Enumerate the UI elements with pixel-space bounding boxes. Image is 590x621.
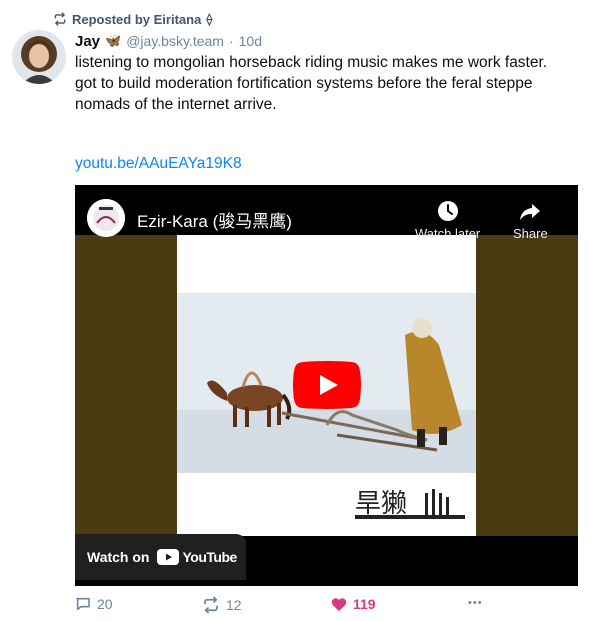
heart-icon [331,597,347,611]
separator-dot: · [228,33,234,49]
play-icon [293,361,361,409]
share-button[interactable]: Share [513,199,548,241]
verified-badge-icon: ⟠ [206,12,213,26]
reply-count: 20 [97,596,113,612]
youtube-embed[interactable]: 旱獭 Ezir-Kara (骏马黑鹰) Watch later Share Wa… [75,185,578,586]
repost-button[interactable]: 12 [202,596,242,614]
repost-count: 12 [226,597,242,613]
author-name[interactable]: Jay [75,33,100,50]
play-button[interactable] [293,361,361,409]
reply-button[interactable]: 20 [75,596,113,612]
watch-later-button[interactable]: Watch later [415,199,480,241]
youtube-play-icon [157,549,180,565]
post-line: listening to mongolian horseback riding … [75,54,548,71]
repost-text: Reposted by Eiritana [72,11,202,27]
like-button[interactable]: 119 [331,596,376,612]
post-body: listening to mongolian horseback riding … [75,52,575,115]
thumb-caption: 旱獭 [355,489,407,519]
watch-on-youtube-button[interactable]: Watch on YouTube [75,534,246,580]
repost-icon [204,596,218,614]
youtube-link[interactable]: youtu.be/AAuEAYa19K8 [75,155,242,173]
author-avatar[interactable] [12,30,66,84]
like-count: 119 [353,596,376,612]
channel-avatar[interactable] [87,199,125,237]
butterfly-emoji: 🦋 [105,33,122,48]
video-title[interactable]: Ezir-Kara (骏马黑鹰) [137,207,292,232]
youtube-logo: YouTube [157,549,237,565]
post-header: Jay 🦋 @jay.bsky.team · 10d [75,31,262,51]
post-actions: 20 12 119 ••• [75,596,575,616]
repost-icon [54,12,66,26]
reply-icon [76,597,90,611]
more-options-button[interactable]: ••• [468,597,483,609]
author-handle[interactable]: @jay.bsky.team [126,33,224,49]
repost-indicator[interactable]: Reposted by Eiritana ⟠ [53,10,212,28]
post-line: got to build moderation fortification sy… [75,75,533,113]
youtube-wordmark: YouTube [182,549,237,565]
ellipsis-icon: ••• [468,597,483,609]
watch-on-label: Watch on [87,549,150,565]
watch-later-label: Watch later [415,226,481,241]
share-label: Share [513,226,548,241]
share-arrow-icon [520,204,541,220]
post-timestamp[interactable]: 10d [239,33,262,49]
clock-icon [437,201,458,221]
